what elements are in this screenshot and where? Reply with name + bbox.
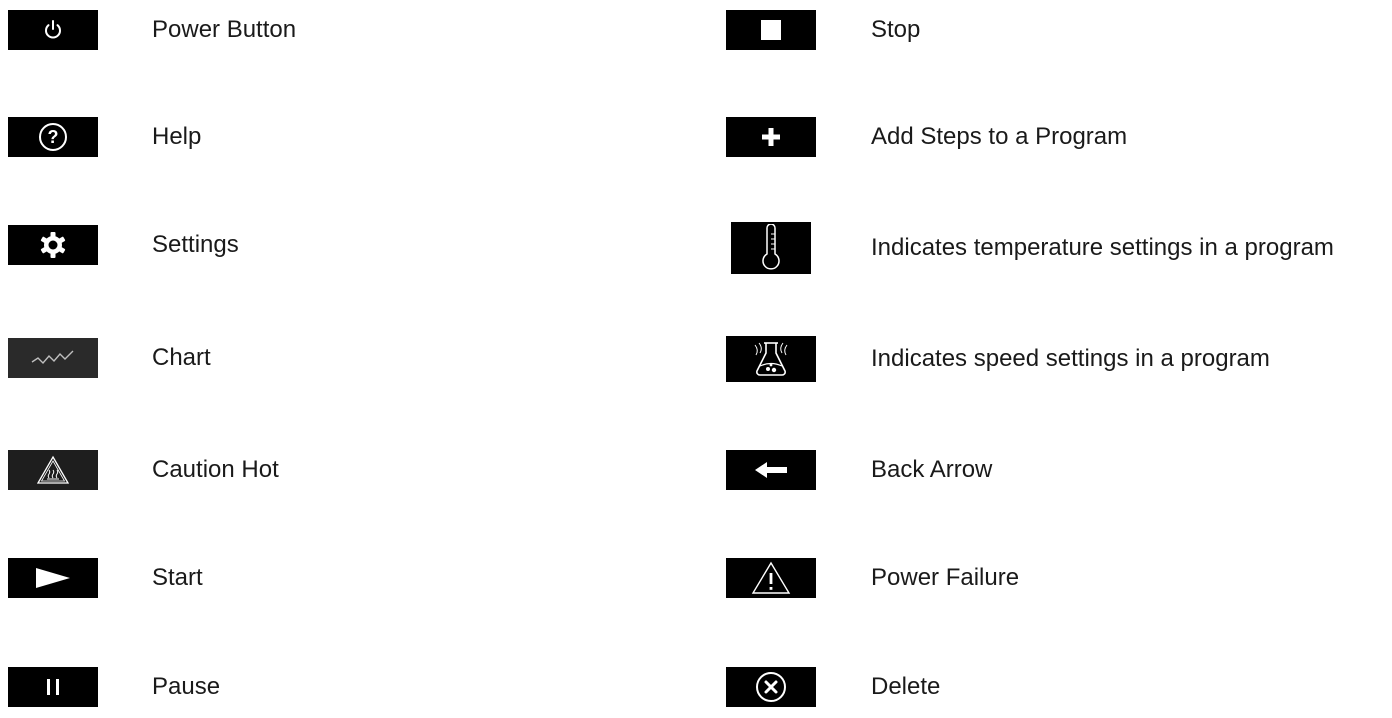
legend-row-add-steps: Add Steps to a Program	[726, 117, 1127, 157]
icon-legend: Power Button ? Help Settings Chart Cauti…	[0, 0, 1392, 718]
legend-row-chart: Chart	[8, 338, 211, 378]
stop-icon	[726, 10, 816, 50]
thermometer-icon	[731, 222, 811, 274]
legend-label: Settings	[152, 231, 239, 258]
legend-label: Chart	[152, 344, 211, 371]
legend-label: Power Button	[152, 16, 297, 43]
legend-row-speed: Indicates speed settings in a program	[726, 336, 1270, 382]
legend-label: Power Failure	[871, 564, 1020, 591]
legend-row-start: Start	[8, 558, 203, 598]
legend-label: Indicates speed settings in a program	[871, 345, 1270, 372]
legend-row-temperature: Indicates temperature settings in a prog…	[726, 222, 1334, 274]
delete-icon	[726, 667, 816, 707]
back-arrow-icon	[726, 450, 816, 490]
pause-icon	[8, 667, 98, 707]
legend-row-settings: Settings	[8, 225, 239, 265]
legend-row-stop: Stop	[726, 10, 920, 50]
legend-label: Pause	[152, 673, 221, 700]
chart-icon	[8, 338, 98, 378]
legend-row-delete: Delete	[726, 667, 940, 707]
legend-row-caution-hot: Caution Hot	[8, 450, 279, 490]
legend-label: Delete	[871, 673, 941, 700]
legend-label: Stop	[871, 16, 921, 43]
legend-label: Help	[152, 123, 202, 150]
help-icon: ?	[8, 117, 98, 157]
caution-hot-icon	[8, 450, 98, 490]
legend-row-power: Power Button	[8, 10, 296, 50]
legend-row-help: ? Help	[8, 117, 201, 157]
legend-row-pause: Pause	[8, 667, 220, 707]
legend-label: Add Steps to a Program	[871, 123, 1128, 150]
flask-icon	[726, 336, 816, 382]
legend-label: Indicates temperature settings in a prog…	[871, 234, 1334, 261]
plus-icon	[726, 117, 816, 157]
legend-label: Start	[152, 564, 203, 591]
legend-row-power-failure: Power Failure	[726, 558, 1019, 598]
warning-icon	[726, 558, 816, 598]
legend-row-back-arrow: Back Arrow	[726, 450, 992, 490]
legend-label: Back Arrow	[871, 456, 993, 483]
svg-text:?: ?	[48, 127, 59, 147]
play-icon	[8, 558, 98, 598]
power-icon	[8, 10, 98, 50]
legend-label: Caution Hot	[152, 456, 279, 483]
gear-icon	[8, 225, 98, 265]
